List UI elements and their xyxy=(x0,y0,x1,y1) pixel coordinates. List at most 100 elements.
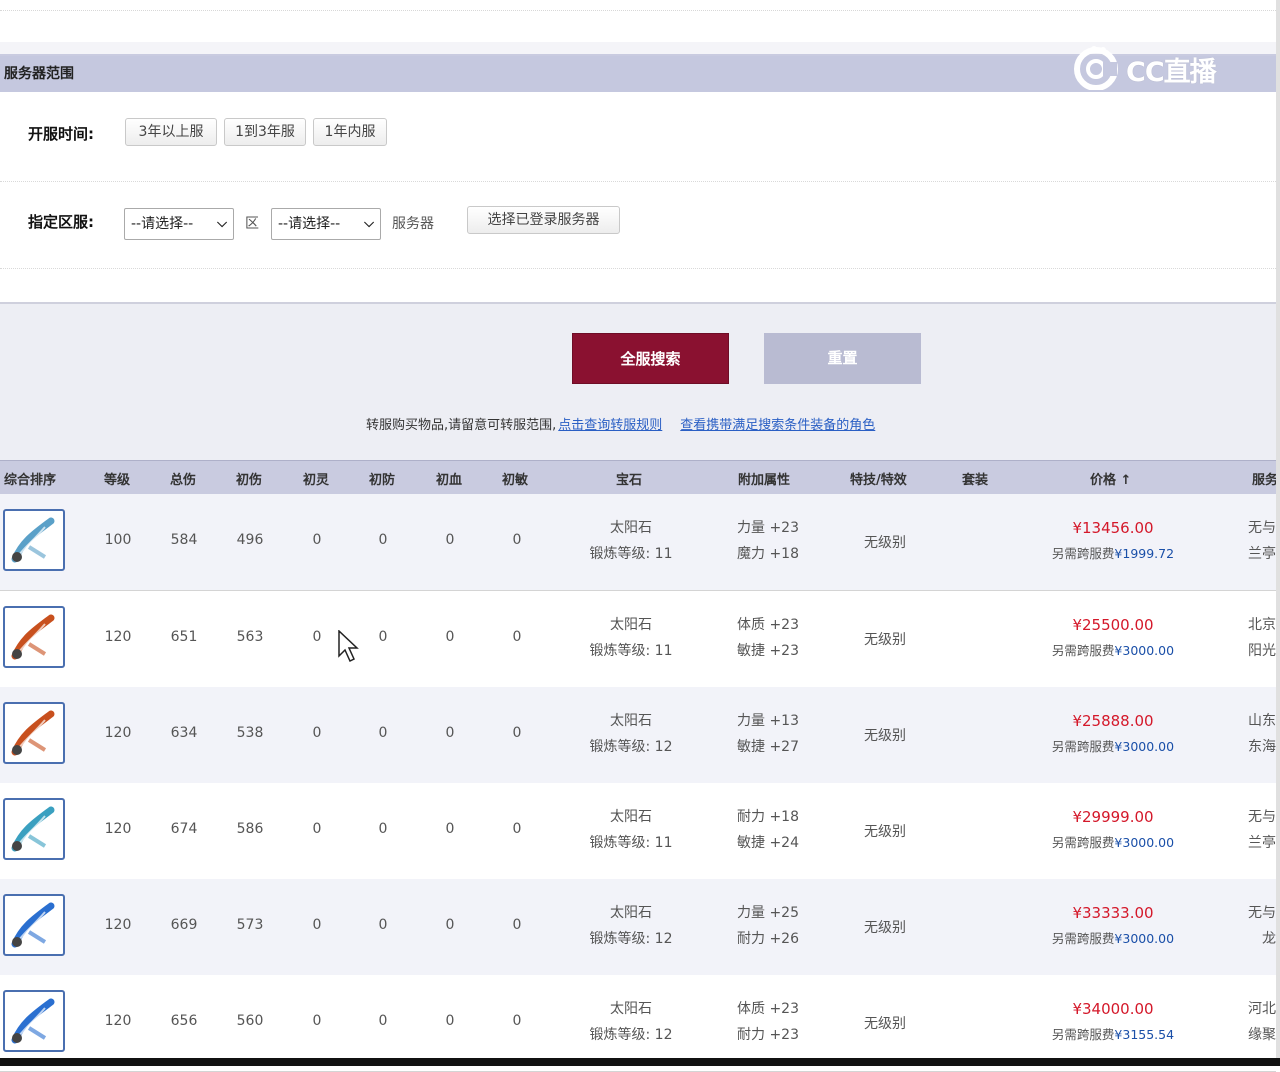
cell-server: 河北 缘聚 xyxy=(1232,996,1276,1048)
cell-level: 100 xyxy=(104,532,132,548)
cell-gem: 太阳石 锻炼等级: 11 xyxy=(570,804,692,856)
fee-label: 另需跨服费 xyxy=(1051,546,1115,561)
cell-skill: 无级别 xyxy=(864,920,906,936)
cell-agi: 0 xyxy=(512,532,522,548)
fee-value: ¥3000.00 xyxy=(1114,739,1175,754)
transfer-rules-link[interactable]: 点击查询转服规则 xyxy=(558,418,662,433)
region-select[interactable]: --请选择-- ⌵ xyxy=(124,208,234,240)
divider xyxy=(0,181,1276,182)
table-row[interactable]: 120 669 573 0 0 0 0 太阳石 锻炼等级: 12 力量 +25 耐力 +26… xyxy=(0,879,1276,976)
gem-level: 锻炼等级: 11 xyxy=(589,835,673,851)
cell-skill: 无级别 xyxy=(864,632,906,648)
fee-label: 另需跨服费 xyxy=(1051,1027,1115,1042)
cell-gem: 太阳石 锻炼等级: 11 xyxy=(570,612,692,664)
cell-level: 120 xyxy=(104,1013,132,1029)
reset-button[interactable]: 重置 xyxy=(764,333,921,384)
cell-hp: 0 xyxy=(445,821,455,837)
table-row[interactable]: 100 584 496 0 0 0 0 太阳石 锻炼等级: 11 力量 +23 魔力 +18… xyxy=(0,494,1276,591)
header-init-ling[interactable]: 初灵 xyxy=(303,469,329,488)
transfer-notice: 转服购买物品,请留意可转服范围, 点击查询转服规则 查看携带满足搜索条件装备的角色 xyxy=(366,414,875,433)
cell-server: 无与 兰亭 xyxy=(1232,804,1276,856)
table-row[interactable]: 120 674 586 0 0 0 0 太阳石 锻炼等级: 11 耐力 +18 敏捷 +24… xyxy=(0,783,1276,880)
cell-gem: 太阳石 锻炼等级: 12 xyxy=(570,708,692,760)
weapon-whip-icon[interactable] xyxy=(3,702,65,764)
fee-value: ¥3000.00 xyxy=(1114,835,1175,850)
server-line-1: 北京 xyxy=(1248,617,1276,633)
cell-ling: 0 xyxy=(312,629,322,645)
weapon-whip-icon[interactable] xyxy=(3,509,65,571)
server-line-1: 山东 xyxy=(1248,713,1276,729)
header-price[interactable]: 价格 ↑ xyxy=(1090,469,1131,488)
cell-hp: 0 xyxy=(445,532,455,548)
cell-agi: 0 xyxy=(512,1013,522,1029)
cell-agi: 0 xyxy=(512,725,522,741)
gem-level: 锻炼等级: 12 xyxy=(589,739,673,755)
open-time-label: 开服时间: xyxy=(28,125,94,143)
header-skill: 特技/特效 xyxy=(850,473,907,488)
fee-value: ¥3000.00 xyxy=(1114,931,1175,946)
view-roles-link[interactable]: 查看携带满足搜索条件装备的角色 xyxy=(680,418,875,433)
cell-attributes: 体质 +23 敏捷 +23 xyxy=(718,612,818,664)
open-time-option-3y-plus[interactable]: 3年以上服 xyxy=(125,118,217,146)
fee-label: 另需跨服费 xyxy=(1051,835,1115,850)
header-init-def[interactable]: 初防 xyxy=(369,469,395,488)
scrollbar[interactable] xyxy=(1276,0,1280,1066)
weapon-whip-icon[interactable] xyxy=(3,894,65,956)
cell-def: 0 xyxy=(378,1013,388,1029)
section-title: 服务器范围 xyxy=(4,66,74,82)
cc-live-logo: CC直播 xyxy=(1072,44,1217,91)
cell-attributes: 耐力 +18 敏捷 +24 xyxy=(718,804,818,856)
server-line-1: 无与 xyxy=(1248,520,1276,536)
fee-value: ¥3155.54 xyxy=(1114,1027,1175,1042)
cell-total: 651 xyxy=(170,629,198,645)
header-sort[interactable]: 综合排序 xyxy=(4,469,56,488)
server-line-2: 兰亭 xyxy=(1248,546,1276,562)
zone-text: 区 xyxy=(245,216,259,232)
cell-attributes: 力量 +13 敏捷 +27 xyxy=(718,708,818,760)
header-init-hp[interactable]: 初血 xyxy=(436,469,462,488)
header-attributes: 附加属性 xyxy=(738,473,791,488)
server-text: 服务器 xyxy=(392,216,434,232)
cell-price: ¥25500.00 另需跨服费¥3000.00 xyxy=(1030,612,1196,664)
server-line-1: 无与 xyxy=(1248,809,1276,825)
chevron-down-icon: ⌵ xyxy=(217,216,227,231)
cell-hp: 0 xyxy=(445,1013,455,1029)
attribute-2: 敏捷 +24 xyxy=(737,835,799,851)
attribute-1: 力量 +13 xyxy=(737,713,799,729)
search-all-button[interactable]: 全服搜索 xyxy=(572,333,729,384)
divider xyxy=(0,268,1276,269)
header-total-damage[interactable]: 总伤 xyxy=(170,469,196,488)
cell-price: ¥33333.00 另需跨服费¥3000.00 xyxy=(1030,900,1196,952)
notice-text: 转服购买物品,请留意可转服范围, xyxy=(366,418,557,433)
table-row[interactable]: 120 634 538 0 0 0 0 太阳石 锻炼等级: 12 力量 +13 敏捷 +27… xyxy=(0,687,1276,784)
header-level[interactable]: 等级 xyxy=(104,469,130,488)
cell-def: 0 xyxy=(378,917,388,933)
region-label: 指定区服: xyxy=(28,213,94,231)
fee-value: ¥1999.72 xyxy=(1114,546,1175,561)
open-time-option-1y[interactable]: 1年内服 xyxy=(313,118,387,146)
cell-skill: 无级别 xyxy=(864,728,906,744)
cell-total: 674 xyxy=(170,821,198,837)
weapon-whip-icon[interactable] xyxy=(3,798,65,860)
cell-total: 584 xyxy=(170,532,198,548)
server-line-2: 阳光 xyxy=(1248,643,1276,659)
fee-value: ¥3000.00 xyxy=(1114,643,1175,658)
header-server: 服务 xyxy=(1252,473,1279,488)
weapon-whip-icon[interactable] xyxy=(3,606,65,668)
header-init-damage[interactable]: 初伤 xyxy=(236,469,262,488)
table-row[interactable]: 120 651 563 0 0 0 0 太阳石 锻炼等级: 11 体质 +23 敏捷 +23… xyxy=(0,591,1276,688)
server-line-2: 龙 xyxy=(1262,931,1276,947)
server-select[interactable]: --请选择-- ⌵ xyxy=(271,208,381,240)
header-init-agi[interactable]: 初敏 xyxy=(502,469,528,488)
cell-total: 634 xyxy=(170,725,198,741)
cell-server: 北京 阳光 xyxy=(1232,612,1276,664)
cell-attributes: 力量 +25 耐力 +26 xyxy=(718,900,818,952)
open-time-option-1-3y[interactable]: 1到3年服 xyxy=(224,118,306,146)
price-value: ¥29999.00 xyxy=(1072,808,1154,826)
attribute-2: 魔力 +18 xyxy=(737,546,799,562)
weapon-whip-icon[interactable] xyxy=(3,990,65,1052)
cell-gem: 太阳石 锻炼等级: 12 xyxy=(570,996,692,1048)
choose-logged-server-button[interactable]: 选择已登录服务器 xyxy=(467,206,620,234)
table-header: 综合排序 等级 总伤 初伤 初灵 初防 初血 初敏 宝石 附加属性 特技/特效 … xyxy=(0,460,1279,496)
cell-ling: 0 xyxy=(312,917,322,933)
